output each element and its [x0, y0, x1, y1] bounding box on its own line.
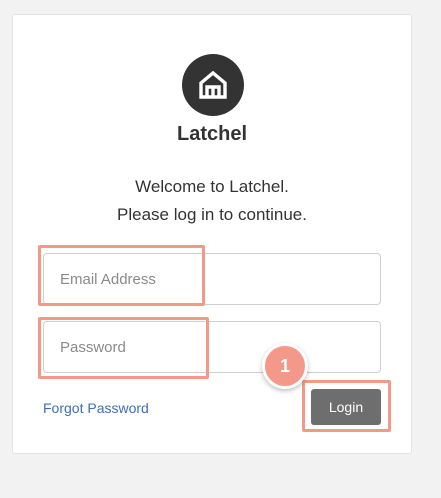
- welcome-line-2: Please log in to continue.: [117, 205, 307, 224]
- forgot-password-link[interactable]: Forgot Password: [43, 400, 149, 416]
- brand-name: Latchel: [176, 123, 248, 145]
- password-field[interactable]: [43, 321, 381, 373]
- welcome-line-1: Welcome to Latchel.: [135, 177, 289, 196]
- login-card: Latchel Welcome to Latchel. Please log i…: [12, 14, 412, 454]
- email-field[interactable]: [43, 253, 381, 305]
- welcome-message: Welcome to Latchel. Please log in to con…: [13, 173, 411, 229]
- login-button[interactable]: Login: [311, 389, 381, 425]
- step-badge: 1: [262, 343, 308, 389]
- house-icon: [199, 70, 227, 99]
- logo: [182, 54, 244, 116]
